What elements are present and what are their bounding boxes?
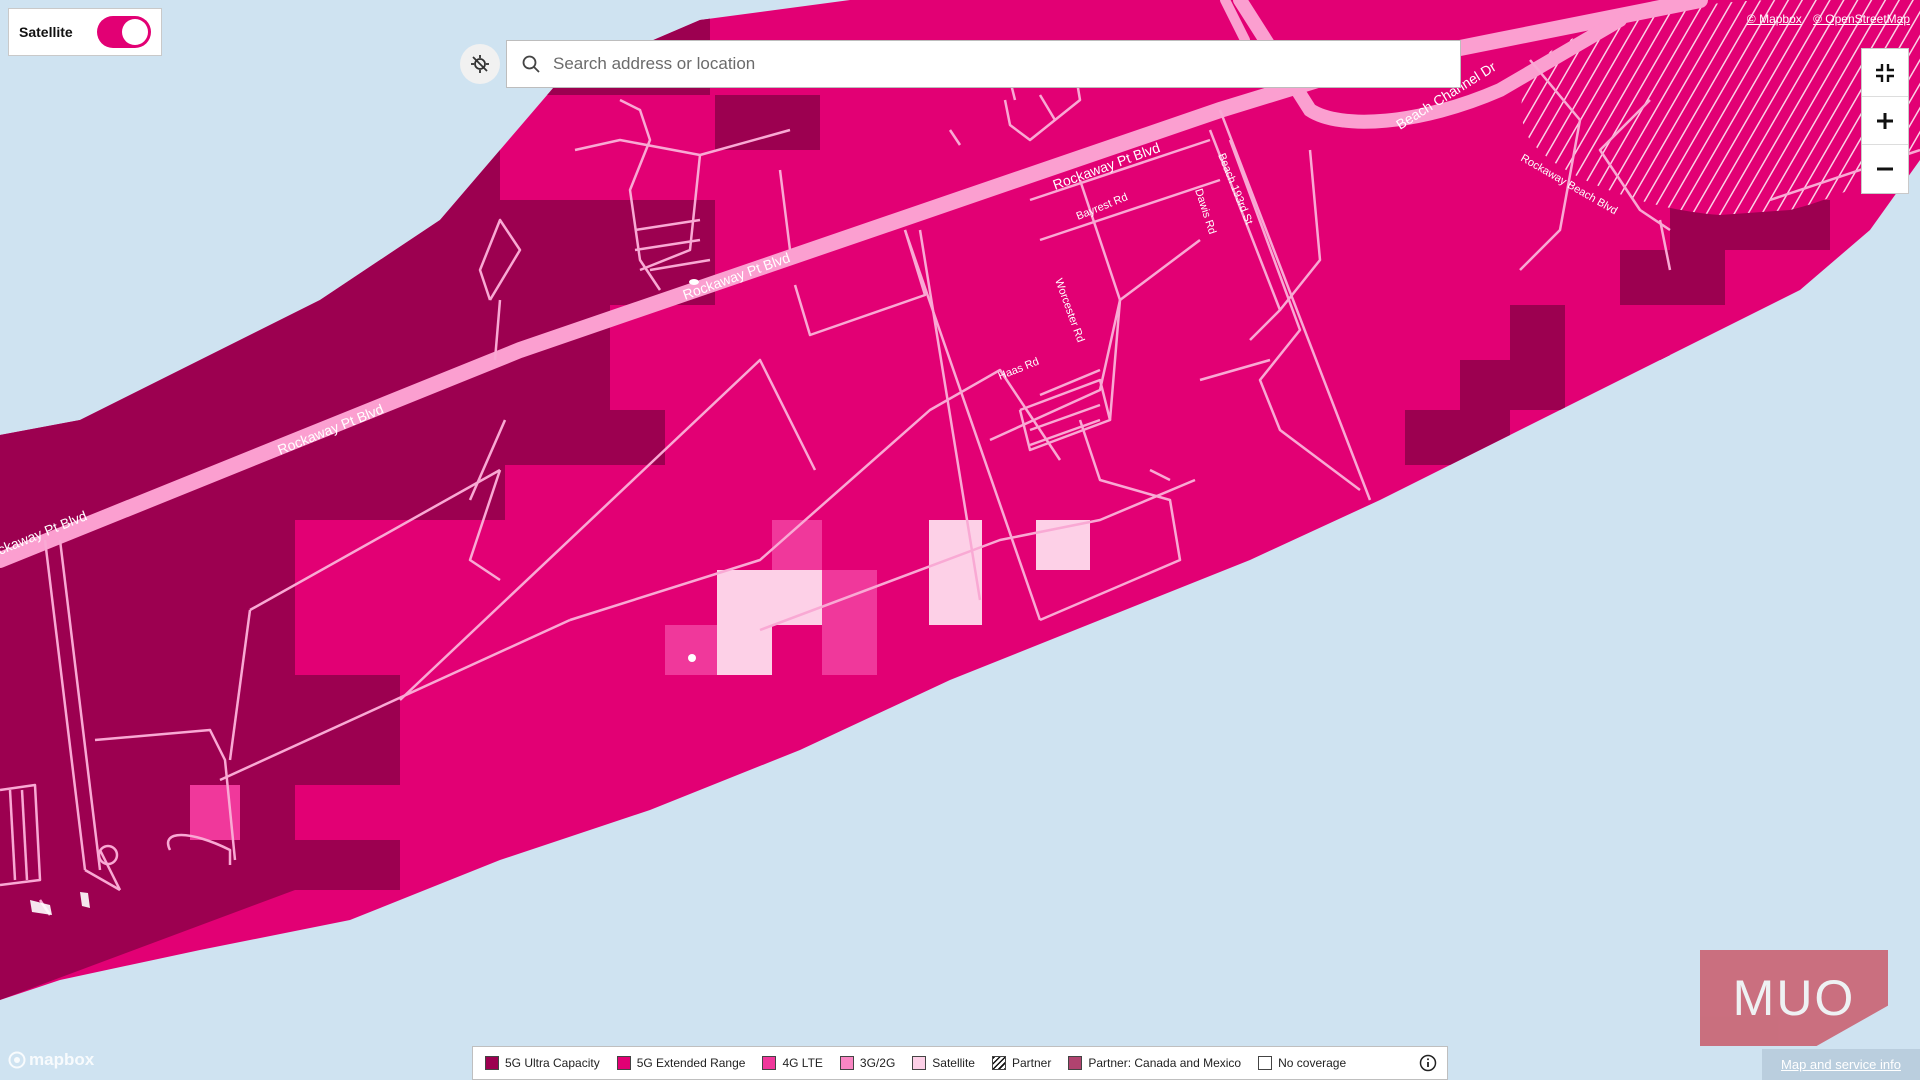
legend-item-partner-canada-mexico: Partner: Canada and Mexico — [1068, 1056, 1241, 1070]
location-off-button[interactable] — [460, 44, 500, 84]
coverage-extended-block — [295, 570, 400, 675]
coverage-extended-block — [400, 520, 505, 575]
minus-icon — [1877, 167, 1893, 171]
coverage-map[interactable]: Rockaway Pt Blvd Rockaway Pt Blvd Rockaw… — [0, 0, 1920, 1080]
info-icon[interactable] — [1419, 1054, 1437, 1072]
legend-item-5g-ultra: 5G Ultra Capacity — [485, 1056, 600, 1070]
map-controls — [1861, 48, 1909, 194]
legend-swatch — [1258, 1056, 1273, 1070]
coverage-ultra-block — [505, 150, 630, 200]
coverage-satellite-block — [717, 625, 772, 675]
search-box — [506, 40, 1461, 88]
plus-icon — [1877, 112, 1893, 129]
location-off-icon — [471, 55, 489, 73]
legend-label: 5G Ultra Capacity — [505, 1056, 600, 1070]
legend-item-no-coverage: No coverage — [1258, 1056, 1346, 1070]
satellite-toggle-panel: Satellite — [8, 8, 162, 56]
coverage-extended-block — [295, 785, 400, 840]
zoom-out-button[interactable] — [1862, 145, 1908, 193]
osm-attribution-link[interactable]: © OpenStreetMap — [1813, 12, 1910, 26]
legend-label: 4G LTE — [782, 1056, 823, 1070]
coverage-legend: 5G Ultra Capacity 5G Extended Range 4G L… — [472, 1046, 1448, 1080]
coverage-extended-block — [505, 465, 610, 520]
legend-label: Satellite — [932, 1056, 975, 1070]
legend-item-3g2g: 3G/2G — [839, 1056, 896, 1070]
coverage-lte-block — [665, 625, 717, 675]
coverage-ultra-block — [1565, 305, 1670, 360]
coverage-satellite-block — [717, 570, 822, 625]
legend-swatch — [616, 1056, 631, 1070]
legend-swatch — [1068, 1056, 1083, 1070]
map-attribution: © Mapbox © OpenStreetMap — [1739, 12, 1910, 26]
mapbox-logo-icon — [8, 1051, 26, 1069]
legend-item-satellite: Satellite — [912, 1056, 975, 1070]
legend-label: 5G Extended Range — [636, 1056, 746, 1070]
legend-label: Partner — [1011, 1056, 1052, 1070]
legend-swatch — [762, 1056, 777, 1070]
legend-swatch — [839, 1056, 854, 1070]
exit-fullscreen-icon — [1876, 63, 1894, 82]
legend-swatch — [991, 1056, 1006, 1070]
satellite-switch[interactable] — [97, 16, 151, 48]
coverage-satellite-block — [929, 520, 982, 625]
mapbox-logo-text: mapbox — [29, 1050, 95, 1069]
coverage-lte-block — [822, 570, 877, 675]
map-service-info-link[interactable]: Map and service info — [1762, 1049, 1920, 1080]
legend-swatch — [485, 1056, 499, 1070]
coverage-ultra-block — [715, 95, 820, 150]
mapbox-attribution-link[interactable]: © Mapbox — [1747, 12, 1802, 26]
zoom-in-button[interactable] — [1862, 97, 1908, 145]
search-icon — [522, 55, 540, 73]
satellite-label: Satellite — [19, 24, 73, 40]
exit-fullscreen-button[interactable] — [1862, 49, 1908, 97]
map-poi-marker — [688, 654, 696, 662]
switch-knob — [122, 19, 148, 45]
mapbox-logo[interactable]: mapbox — [8, 1050, 94, 1070]
watermark-text: MUO — [1732, 970, 1856, 1026]
legend-swatch — [912, 1056, 927, 1070]
legend-label: 3G/2G — [859, 1056, 896, 1070]
legend-label: Partner: Canada and Mexico — [1088, 1056, 1242, 1070]
legend-item-4g-lte: 4G LTE — [762, 1056, 823, 1070]
search-input[interactable] — [551, 53, 1460, 75]
legend-item-partner: Partner — [991, 1056, 1052, 1070]
legend-item-5g-extended: 5G Extended Range — [616, 1056, 746, 1070]
legend-label: No coverage — [1278, 1056, 1347, 1070]
